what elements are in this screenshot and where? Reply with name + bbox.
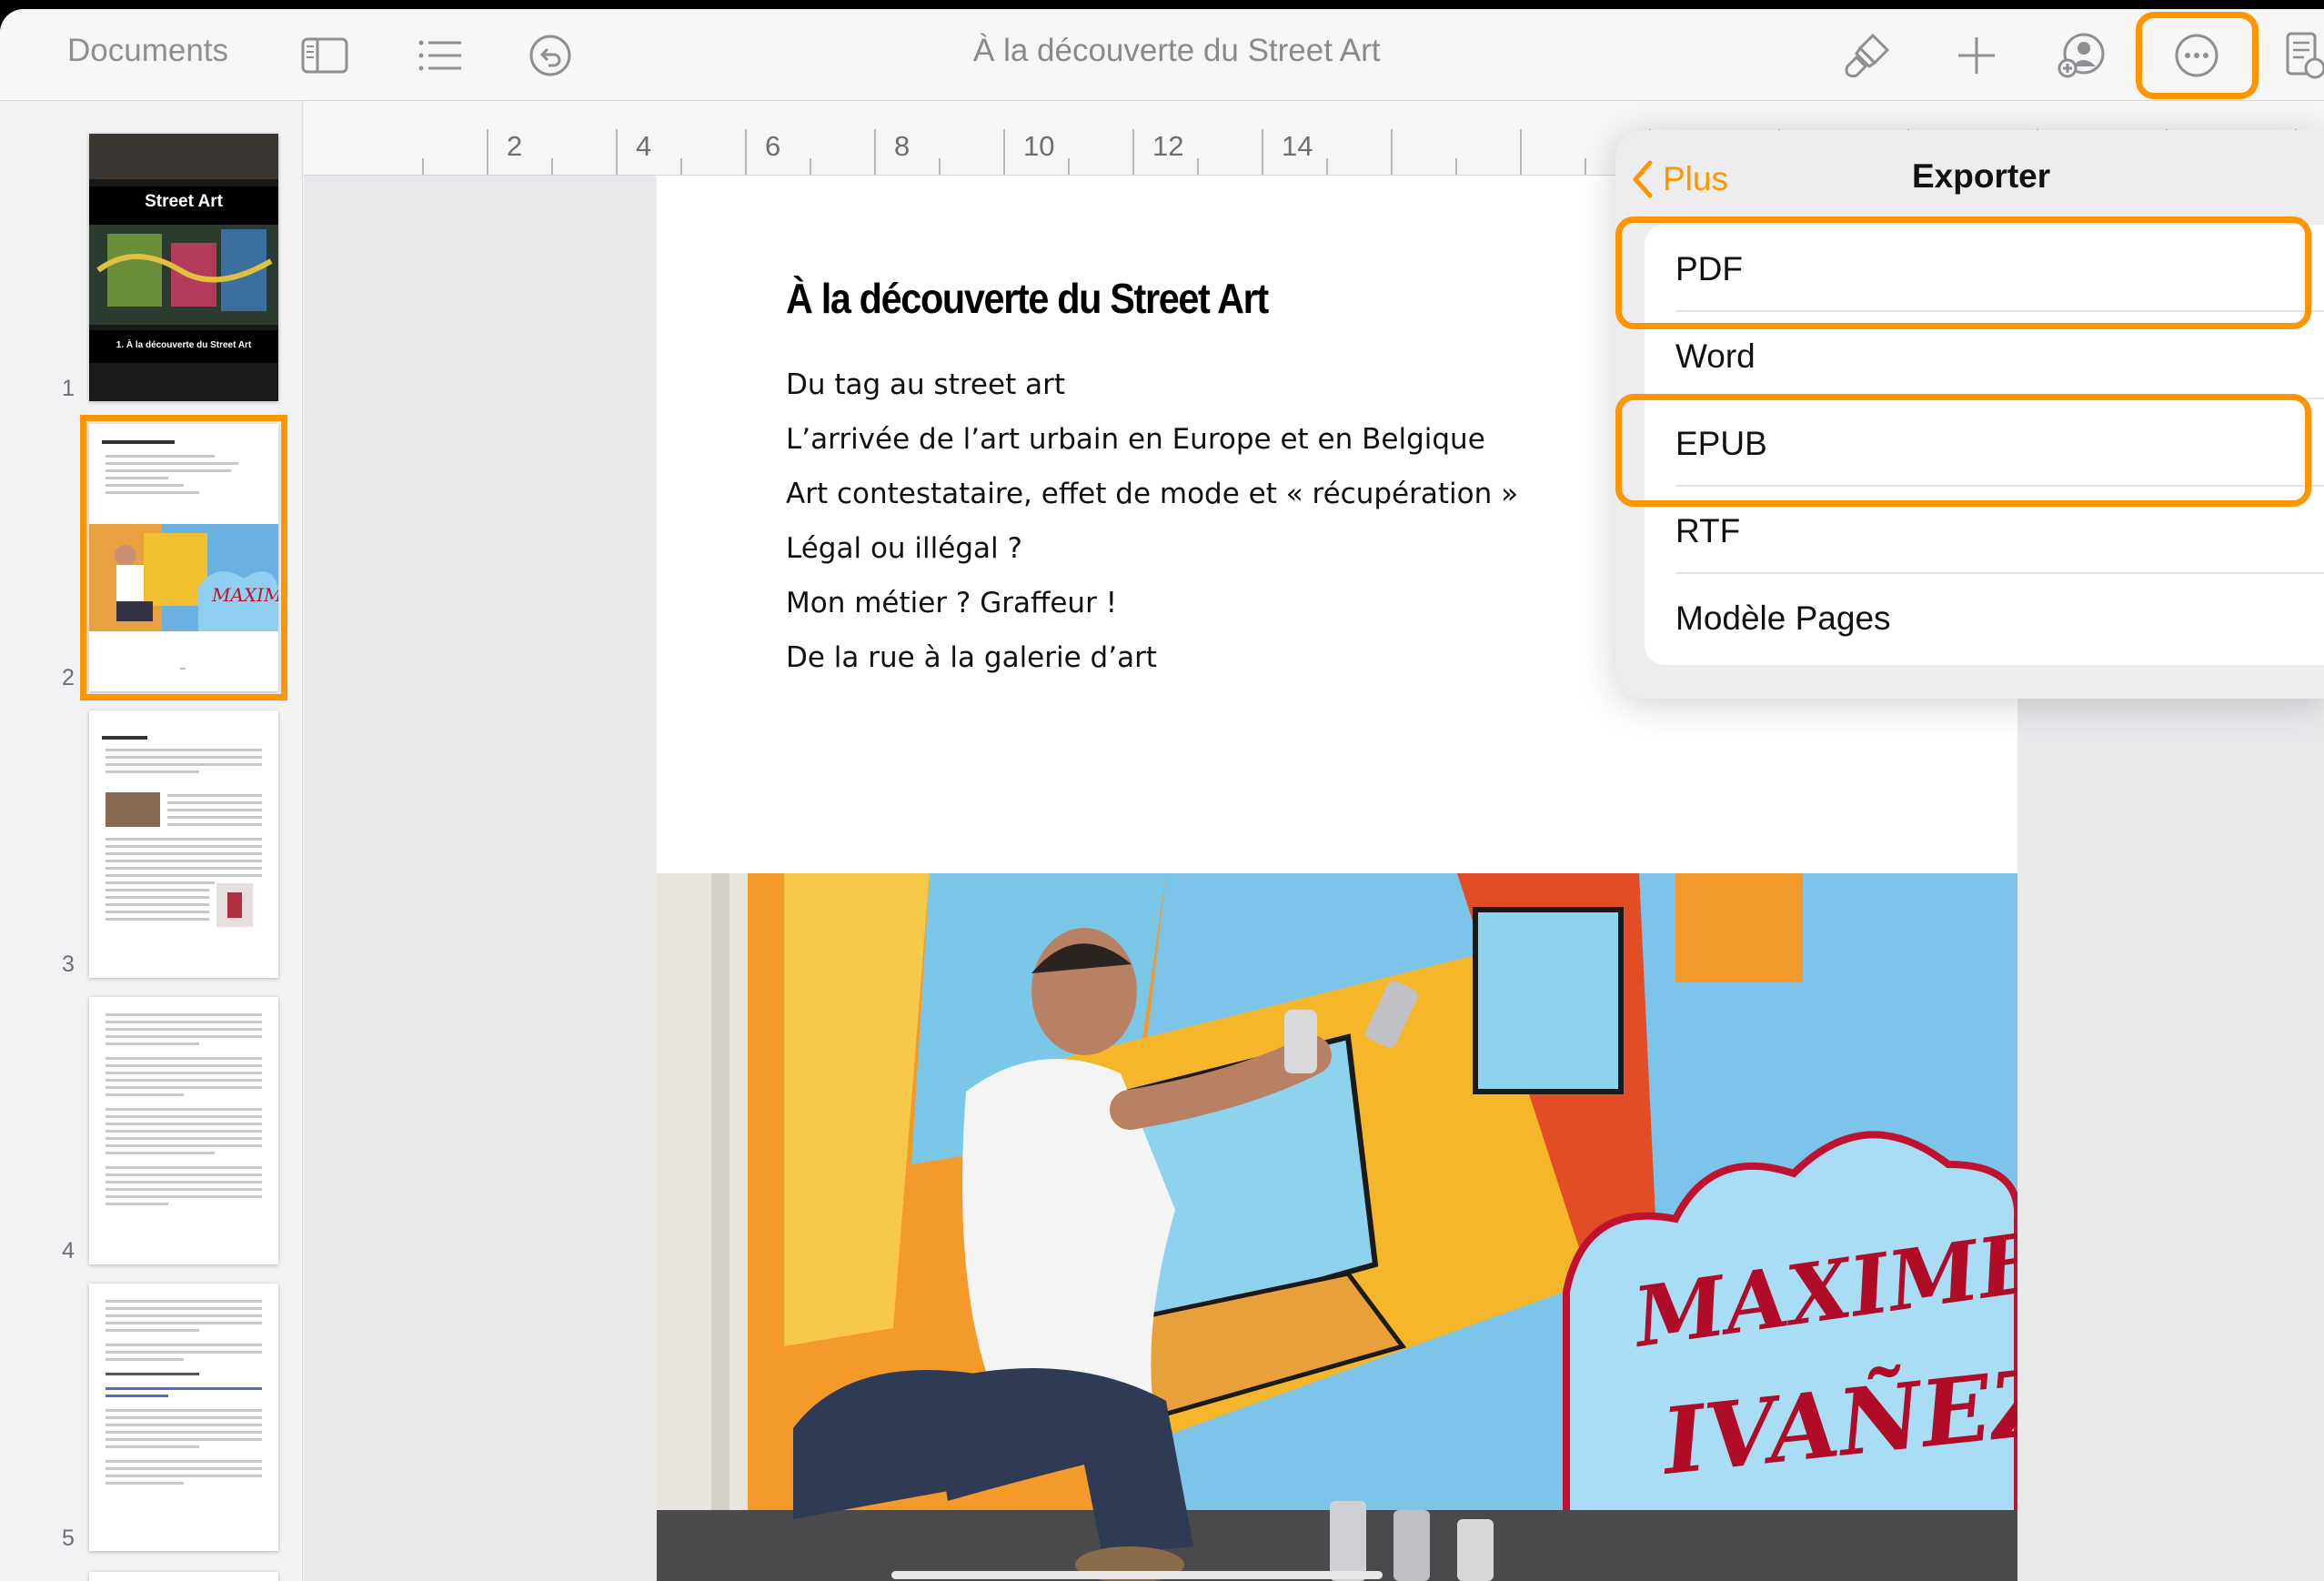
page-thumbnail-1[interactable]: Street Art 1. À la découverte du Street …: [89, 134, 278, 401]
toc-item[interactable]: De la rue à la galerie d’art: [786, 641, 1157, 674]
back-button[interactable]: Plus: [1628, 152, 1728, 206]
ruler-tick: [810, 158, 811, 175]
ruler-label: 10: [1023, 130, 1055, 162]
chevron-left-icon: [1633, 160, 1653, 198]
street-art-photo[interactable]: MAXIME IVAÑEZ: [657, 873, 2017, 1581]
option-label: Modèle Pages: [1675, 599, 1891, 637]
page-number: 5: [62, 1526, 75, 1551]
ruler-tick: [422, 158, 424, 175]
brush-icon[interactable]: [1839, 27, 1896, 84]
ruler-tick: [1585, 158, 1586, 175]
ruler-tick: [616, 129, 618, 175]
ruler-tick: [1262, 129, 1263, 175]
ruler-tick: [939, 158, 941, 175]
page-number: 1: [62, 376, 75, 401]
page-number: 3: [62, 952, 75, 977]
ruler-label: 4: [636, 130, 652, 162]
option-label: Word: [1675, 337, 1756, 375]
thumb-image: [106, 792, 160, 827]
ruler-tick: [1391, 129, 1393, 175]
ruler-label: 8: [894, 130, 910, 162]
ruler-label: 12: [1152, 130, 1184, 162]
home-indicator: [891, 1571, 1383, 1579]
ruler-tick: [680, 158, 682, 175]
document-options-icon[interactable]: [2279, 27, 2324, 84]
cover-title: Street Art: [145, 192, 223, 211]
page-thumbnail-6[interactable]: [89, 1572, 278, 1581]
toolbar: Documents À la découverte du Street Art: [0, 9, 2324, 101]
page-thumbnail-4[interactable]: [89, 997, 278, 1264]
toc-item[interactable]: Art contestataire, effet de mode et « ré…: [786, 478, 1518, 510]
toc-item[interactable]: Mon métier ? Graffeur !: [786, 587, 1117, 619]
ruler-tick: [1197, 158, 1199, 175]
svg-text:MAXIME: MAXIME: [211, 584, 278, 606]
ruler-label: 2: [507, 130, 523, 162]
toc-item[interactable]: Du tag au street art: [786, 368, 1065, 401]
toc-item[interactable]: L’arrivée de l’art urbain en Europe et e…: [786, 423, 1485, 456]
page-number: 2: [62, 665, 75, 690]
ruler-tick: [551, 158, 553, 175]
ruler-label: 6: [765, 130, 781, 162]
ruler-tick: [1003, 129, 1005, 175]
sidebar-icon[interactable]: [297, 27, 353, 84]
document-title: À la découverte du Street Art: [973, 33, 1381, 68]
option-label: RTF: [1675, 512, 1741, 549]
ruler-label: 14: [1282, 130, 1313, 162]
page-thumbnail-2[interactable]: MAXIME: [80, 415, 287, 700]
ruler-tick: [1132, 129, 1134, 175]
epub-highlight: [1615, 394, 2311, 507]
ruler-tick: [487, 129, 488, 175]
export-pages-template-option[interactable]: Modèle Pages: [1645, 574, 2324, 661]
undo-icon[interactable]: [522, 27, 578, 84]
popover-title: Exporter: [1912, 157, 2051, 195]
ruler-tick: [1455, 158, 1457, 175]
ruler-tick: [745, 129, 747, 175]
graffiti-artist-image: MAXIME IVAÑEZ: [657, 873, 2017, 1581]
export-popover: Plus Exporter PDF Word EPUB RTF Modèle P…: [1615, 130, 2324, 699]
toc-item[interactable]: Légal ou illégal ?: [786, 532, 1022, 565]
page-heading[interactable]: À la découverte du Street Art: [786, 274, 1269, 323]
thumb-text-lines: [106, 455, 262, 498]
pages-app-window: Documents À la découverte du Street Art: [0, 9, 2324, 1581]
thumb-image: [216, 883, 253, 927]
page-thumbnail-3[interactable]: [89, 710, 278, 978]
cover-subtitle: 1. À la découverte du Street Art: [116, 340, 252, 350]
thumb-mural-image: MAXIME: [89, 524, 278, 631]
collaborate-icon[interactable]: [2054, 27, 2110, 84]
plus-icon[interactable]: [1948, 27, 2005, 84]
documents-button[interactable]: Documents: [67, 33, 228, 69]
ruler-tick: [1326, 158, 1328, 175]
list-icon[interactable]: [411, 27, 468, 84]
ruler-tick: [874, 129, 876, 175]
ruler-tick: [1068, 158, 1070, 175]
page-thumbnails-sidebar: Street Art 1. À la découverte du Street …: [0, 101, 303, 1581]
thumb-heading: [102, 440, 175, 444]
back-button-label: Plus: [1663, 160, 1728, 197]
page-number: 4: [62, 1238, 75, 1264]
more-button-highlight: [2136, 12, 2259, 99]
page-thumbnail-5[interactable]: [89, 1284, 278, 1551]
pdf-highlight: [1615, 217, 2311, 329]
cover-graffiti-image: [89, 134, 278, 401]
ruler-tick: [1520, 129, 1522, 175]
